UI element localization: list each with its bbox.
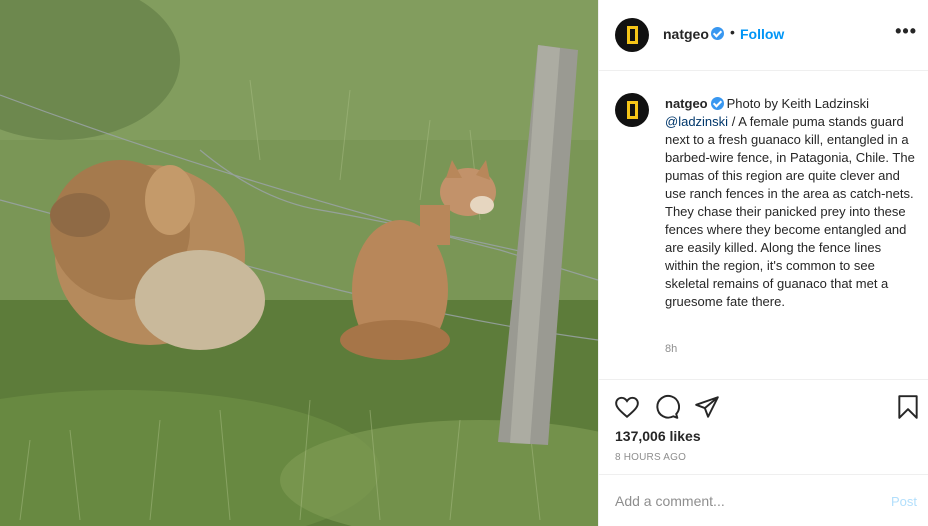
post-photo[interactable] [0, 0, 598, 526]
post-actions: 137,006 likes 8 HOURS AGO [599, 380, 928, 475]
natgeo-logo-icon [626, 101, 638, 119]
post-caption: natgeo Photo by Keith Ladzinski @ladzinsk… [665, 95, 915, 311]
natgeo-logo-icon [626, 26, 638, 44]
natgeo-avatar[interactable] [615, 18, 649, 52]
caption-username[interactable]: natgeo [665, 96, 708, 111]
likes-count[interactable]: 137,006 likes [615, 428, 701, 444]
bookmark-icon[interactable] [895, 394, 921, 420]
caption-mention-link[interactable]: @ladzinski [665, 114, 728, 129]
post-comment-button[interactable]: Post [891, 494, 917, 509]
heart-icon[interactable] [614, 394, 640, 420]
paper-plane-icon[interactable] [694, 394, 720, 420]
post-sidebar: natgeo • Follow ••• natgeo Photo by Keith… [598, 0, 928, 526]
header-separator: • [730, 24, 735, 40]
caption-body: / A female puma stands guard next to a f… [665, 114, 915, 309]
post-header: natgeo • Follow ••• [599, 0, 928, 71]
comment-bar: Post [599, 475, 928, 526]
posted-time[interactable]: 8 HOURS AGO [615, 452, 686, 463]
follow-button[interactable]: Follow [740, 26, 784, 42]
caption-credit: Photo by Keith Ladzinski [726, 96, 869, 111]
caption-section: natgeo Photo by Keith Ladzinski @ladzinsk… [599, 71, 928, 380]
more-options-icon[interactable]: ••• [895, 21, 917, 42]
header-username[interactable]: natgeo [663, 26, 709, 42]
caption-timestamp[interactable]: 8h [665, 343, 677, 355]
comment-input[interactable] [615, 491, 865, 511]
verified-badge-icon [711, 27, 724, 40]
caption-avatar[interactable] [615, 93, 649, 127]
verified-badge-icon [710, 97, 724, 110]
puma-photo-illustration [0, 0, 598, 526]
comment-icon[interactable] [654, 394, 680, 420]
